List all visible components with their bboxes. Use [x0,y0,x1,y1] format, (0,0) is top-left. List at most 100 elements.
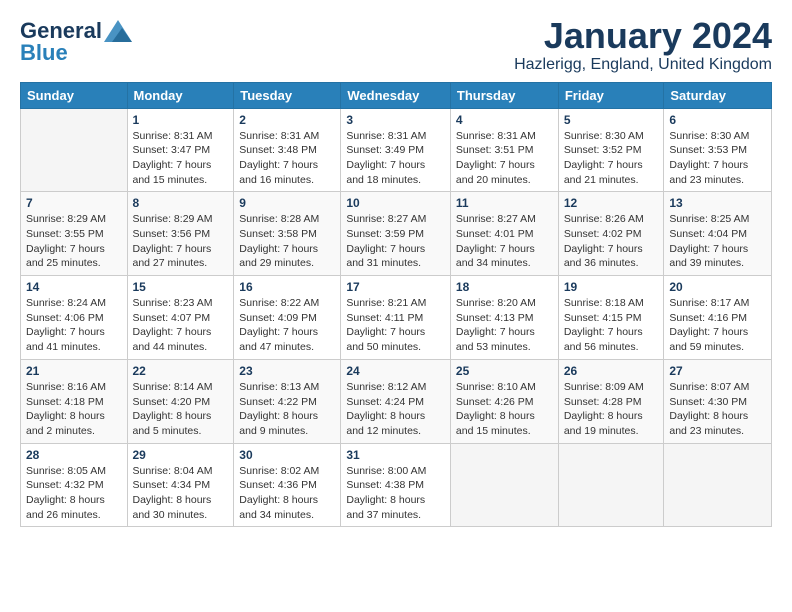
calendar-cell: 5 Sunrise: 8:30 AMSunset: 3:52 PMDayligh… [558,108,664,192]
col-thursday: Thursday [450,82,558,108]
day-number: 28 [26,448,122,462]
calendar-cell: 26 Sunrise: 8:09 AMSunset: 4:28 PMDaylig… [558,359,664,443]
calendar-cell [450,443,558,527]
calendar-cell: 4 Sunrise: 8:31 AMSunset: 3:51 PMDayligh… [450,108,558,192]
day-info: Sunrise: 8:31 AMSunset: 3:48 PMDaylight:… [239,130,319,186]
calendar-cell: 28 Sunrise: 8:05 AMSunset: 4:32 PMDaylig… [21,443,128,527]
week-row-2: 7 Sunrise: 8:29 AMSunset: 3:55 PMDayligh… [21,192,772,276]
day-number: 11 [456,196,553,210]
week-row-4: 21 Sunrise: 8:16 AMSunset: 4:18 PMDaylig… [21,359,772,443]
header-row: Sunday Monday Tuesday Wednesday Thursday… [21,82,772,108]
day-info: Sunrise: 8:31 AMSunset: 3:49 PMDaylight:… [346,130,426,186]
day-number: 24 [346,364,445,378]
day-info: Sunrise: 8:10 AMSunset: 4:26 PMDaylight:… [456,381,536,437]
day-number: 19 [564,280,659,294]
day-info: Sunrise: 8:16 AMSunset: 4:18 PMDaylight:… [26,381,106,437]
col-tuesday: Tuesday [234,82,341,108]
calendar-cell: 1 Sunrise: 8:31 AMSunset: 3:47 PMDayligh… [127,108,234,192]
day-info: Sunrise: 8:30 AMSunset: 3:52 PMDaylight:… [564,130,644,186]
day-number: 21 [26,364,122,378]
day-number: 8 [133,196,229,210]
calendar-cell: 24 Sunrise: 8:12 AMSunset: 4:24 PMDaylig… [341,359,451,443]
day-info: Sunrise: 8:29 AMSunset: 3:55 PMDaylight:… [26,213,106,269]
calendar-cell [558,443,664,527]
day-number: 12 [564,196,659,210]
day-info: Sunrise: 8:27 AMSunset: 4:01 PMDaylight:… [456,213,536,269]
day-info: Sunrise: 8:31 AMSunset: 3:47 PMDaylight:… [133,130,213,186]
calendar-cell: 13 Sunrise: 8:25 AMSunset: 4:04 PMDaylig… [664,192,772,276]
calendar-cell: 25 Sunrise: 8:10 AMSunset: 4:26 PMDaylig… [450,359,558,443]
calendar-cell: 12 Sunrise: 8:26 AMSunset: 4:02 PMDaylig… [558,192,664,276]
calendar-cell: 10 Sunrise: 8:27 AMSunset: 3:59 PMDaylig… [341,192,451,276]
day-info: Sunrise: 8:23 AMSunset: 4:07 PMDaylight:… [133,297,213,353]
day-info: Sunrise: 8:20 AMSunset: 4:13 PMDaylight:… [456,297,536,353]
calendar-cell: 8 Sunrise: 8:29 AMSunset: 3:56 PMDayligh… [127,192,234,276]
col-friday: Friday [558,82,664,108]
location: Hazlerigg, England, United Kingdom [514,56,772,74]
day-info: Sunrise: 8:12 AMSunset: 4:24 PMDaylight:… [346,381,426,437]
day-number: 25 [456,364,553,378]
day-number: 29 [133,448,229,462]
day-number: 3 [346,113,445,127]
day-number: 5 [564,113,659,127]
day-number: 10 [346,196,445,210]
month-title: January 2024 [514,16,772,56]
week-row-5: 28 Sunrise: 8:05 AMSunset: 4:32 PMDaylig… [21,443,772,527]
calendar-cell: 6 Sunrise: 8:30 AMSunset: 3:53 PMDayligh… [664,108,772,192]
day-info: Sunrise: 8:28 AMSunset: 3:58 PMDaylight:… [239,213,319,269]
day-number: 2 [239,113,335,127]
col-wednesday: Wednesday [341,82,451,108]
day-info: Sunrise: 8:31 AMSunset: 3:51 PMDaylight:… [456,130,536,186]
day-info: Sunrise: 8:21 AMSunset: 4:11 PMDaylight:… [346,297,426,353]
col-monday: Monday [127,82,234,108]
day-info: Sunrise: 8:29 AMSunset: 3:56 PMDaylight:… [133,213,213,269]
calendar-cell: 27 Sunrise: 8:07 AMSunset: 4:30 PMDaylig… [664,359,772,443]
day-info: Sunrise: 8:07 AMSunset: 4:30 PMDaylight:… [669,381,749,437]
logo-text: General [20,20,102,42]
calendar-cell: 29 Sunrise: 8:04 AMSunset: 4:34 PMDaylig… [127,443,234,527]
day-number: 18 [456,280,553,294]
day-number: 20 [669,280,766,294]
day-number: 27 [669,364,766,378]
logo-blue-text: Blue [20,42,68,64]
calendar-cell: 3 Sunrise: 8:31 AMSunset: 3:49 PMDayligh… [341,108,451,192]
calendar-cell: 31 Sunrise: 8:00 AMSunset: 4:38 PMDaylig… [341,443,451,527]
calendar-cell: 30 Sunrise: 8:02 AMSunset: 4:36 PMDaylig… [234,443,341,527]
col-sunday: Sunday [21,82,128,108]
logo: General Blue [20,20,132,64]
calendar-cell: 23 Sunrise: 8:13 AMSunset: 4:22 PMDaylig… [234,359,341,443]
day-info: Sunrise: 8:02 AMSunset: 4:36 PMDaylight:… [239,465,319,521]
day-info: Sunrise: 8:04 AMSunset: 4:34 PMDaylight:… [133,465,213,521]
day-info: Sunrise: 8:25 AMSunset: 4:04 PMDaylight:… [669,213,749,269]
day-number: 23 [239,364,335,378]
calendar-cell: 21 Sunrise: 8:16 AMSunset: 4:18 PMDaylig… [21,359,128,443]
day-number: 13 [669,196,766,210]
header: General Blue January 2024 Hazlerigg, Eng… [20,16,772,74]
calendar-cell: 20 Sunrise: 8:17 AMSunset: 4:16 PMDaylig… [664,276,772,360]
calendar-cell: 18 Sunrise: 8:20 AMSunset: 4:13 PMDaylig… [450,276,558,360]
day-number: 16 [239,280,335,294]
day-number: 6 [669,113,766,127]
calendar-cell [664,443,772,527]
day-info: Sunrise: 8:30 AMSunset: 3:53 PMDaylight:… [669,130,749,186]
day-info: Sunrise: 8:26 AMSunset: 4:02 PMDaylight:… [564,213,644,269]
calendar-cell: 19 Sunrise: 8:18 AMSunset: 4:15 PMDaylig… [558,276,664,360]
calendar-cell: 15 Sunrise: 8:23 AMSunset: 4:07 PMDaylig… [127,276,234,360]
day-number: 4 [456,113,553,127]
calendar-cell: 16 Sunrise: 8:22 AMSunset: 4:09 PMDaylig… [234,276,341,360]
calendar-cell: 14 Sunrise: 8:24 AMSunset: 4:06 PMDaylig… [21,276,128,360]
day-number: 15 [133,280,229,294]
day-info: Sunrise: 8:09 AMSunset: 4:28 PMDaylight:… [564,381,644,437]
calendar-table: Sunday Monday Tuesday Wednesday Thursday… [20,82,772,528]
calendar-cell: 9 Sunrise: 8:28 AMSunset: 3:58 PMDayligh… [234,192,341,276]
day-number: 17 [346,280,445,294]
logo-icon [104,20,132,42]
day-info: Sunrise: 8:14 AMSunset: 4:20 PMDaylight:… [133,381,213,437]
day-info: Sunrise: 8:00 AMSunset: 4:38 PMDaylight:… [346,465,426,521]
day-info: Sunrise: 8:05 AMSunset: 4:32 PMDaylight:… [26,465,106,521]
day-number: 1 [133,113,229,127]
day-info: Sunrise: 8:13 AMSunset: 4:22 PMDaylight:… [239,381,319,437]
calendar-cell: 17 Sunrise: 8:21 AMSunset: 4:11 PMDaylig… [341,276,451,360]
calendar-cell: 7 Sunrise: 8:29 AMSunset: 3:55 PMDayligh… [21,192,128,276]
calendar-cell: 22 Sunrise: 8:14 AMSunset: 4:20 PMDaylig… [127,359,234,443]
